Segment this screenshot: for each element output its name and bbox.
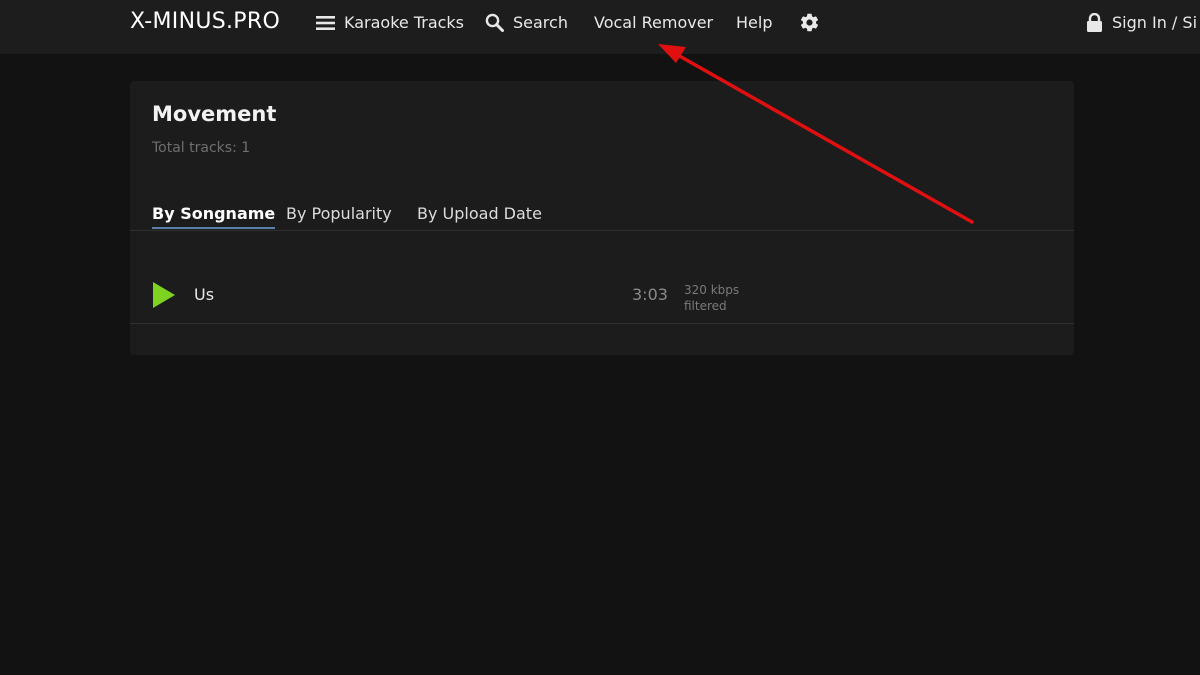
- track-divider: [130, 323, 1074, 324]
- nav-search[interactable]: Search: [485, 13, 568, 32]
- tab-by-popularity[interactable]: By Popularity: [286, 204, 392, 223]
- artist-title: Movement: [152, 102, 277, 126]
- nav-vocal-remover-label: Vocal Remover: [594, 13, 714, 32]
- gear-icon: [799, 12, 820, 33]
- nav-vocal-remover[interactable]: Vocal Remover: [594, 13, 713, 32]
- sign-in-label: Sign In / Si: [1112, 13, 1198, 32]
- nav-karaoke-tracks-label: Karaoke Tracks: [344, 13, 465, 32]
- site-logo[interactable]: X-MINUS.PRO: [130, 9, 280, 34]
- tab-by-upload-date[interactable]: By Upload Date: [417, 204, 542, 223]
- menu-icon: [316, 15, 335, 31]
- track-duration: 3:03: [632, 285, 668, 304]
- track-note: filtered: [684, 299, 727, 313]
- top-navbar: X-MINUS.PRO Karaoke Tracks Search Vocal …: [0, 0, 1200, 54]
- play-icon[interactable]: [152, 281, 176, 309]
- total-tracks-count: Total tracks: 1: [152, 140, 251, 156]
- track-bitrate: 320 kbps: [684, 283, 740, 297]
- settings-button[interactable]: [799, 12, 820, 33]
- track-row: Us 3:03 320 kbps filtered: [130, 231, 1074, 323]
- nav-karaoke-tracks[interactable]: Karaoke Tracks: [316, 13, 464, 32]
- nav-search-label: Search: [513, 13, 568, 32]
- artist-card: Movement Total tracks: 1 By Songname By …: [130, 81, 1074, 355]
- track-quality: 320 kbps filtered: [684, 282, 739, 314]
- lock-icon: [1086, 13, 1103, 32]
- tab-by-songname[interactable]: By Songname: [152, 204, 276, 229]
- nav-help-label: Help: [736, 13, 773, 32]
- search-icon: [485, 13, 504, 32]
- sign-in-link[interactable]: Sign In / Si: [1086, 13, 1197, 32]
- track-name[interactable]: Us: [194, 285, 214, 304]
- nav-help[interactable]: Help: [736, 13, 772, 32]
